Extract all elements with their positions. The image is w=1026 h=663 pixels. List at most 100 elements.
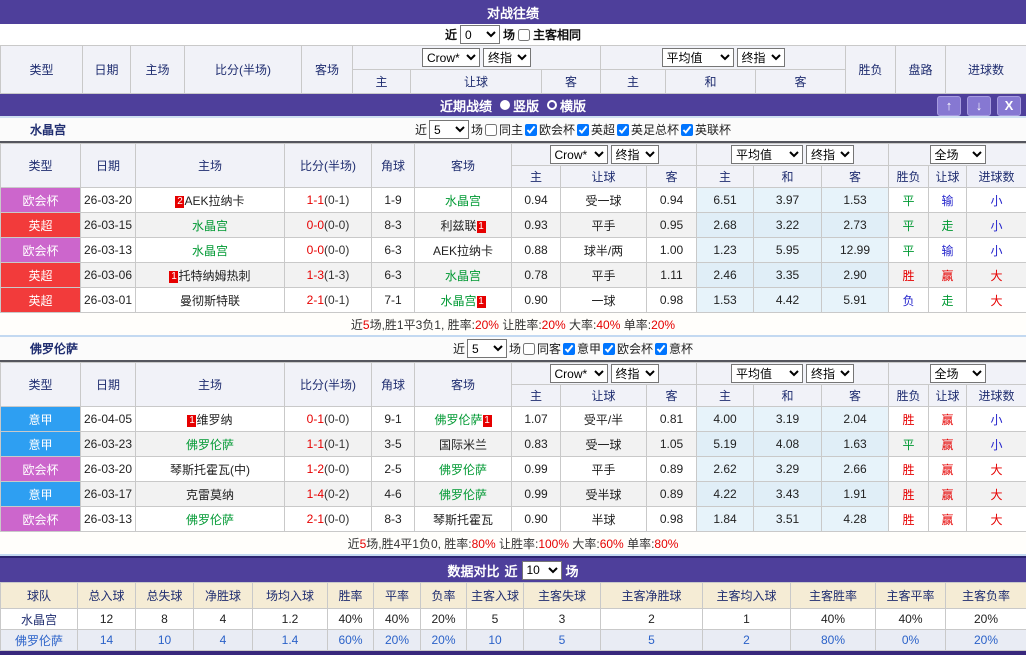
- team-controls: 近5场同主欧会杯英超英足总杯英联杯: [415, 120, 731, 139]
- team-sections: 水晶宫近5场同主欧会杯英超英足总杯英联杯类型日期主场比分(半场)角球客场Crow…: [0, 118, 1026, 556]
- odds-home-cell: 0.93: [512, 213, 561, 238]
- final-odds-select[interactable]: 终指: [611, 145, 659, 164]
- comparison-value-cell: 20%: [946, 609, 1026, 630]
- comparison-title-bar: 数据对比 近 10 场: [0, 556, 1026, 582]
- comparison-value-cell: 12: [78, 609, 136, 630]
- col-type: 类型: [1, 363, 81, 407]
- full-match-select[interactable]: 全场: [930, 145, 986, 164]
- date-cell: 26-03-15: [81, 213, 136, 238]
- halftime-score: (0-1): [324, 293, 349, 307]
- average-select[interactable]: 平均值: [731, 364, 803, 383]
- comparison-col-header: 主客胜率: [791, 583, 876, 609]
- summary-segment: 让胜率:: [496, 537, 539, 551]
- team-recent-count-select[interactable]: 5: [429, 120, 469, 139]
- horizontal-radio[interactable]: [547, 100, 557, 110]
- comparison-value-cell: 80%: [791, 630, 876, 651]
- away-team-cell: 国际米兰: [415, 432, 512, 457]
- team-name: 佛罗伦萨: [30, 340, 78, 357]
- handicap-result-cell: 赢: [929, 432, 967, 457]
- comparison-row: 水晶宫12841.240%40%20%532140%40%20%: [1, 609, 1026, 630]
- handicap-result-cell: 输: [929, 238, 967, 263]
- col-odds-home: 主: [353, 70, 411, 94]
- home-team-name: AEK拉纳卡: [184, 194, 244, 208]
- competition-filter-checkbox[interactable]: [525, 124, 537, 136]
- home-team-name: 水晶宫: [192, 219, 228, 233]
- page-bottom-border: [0, 651, 1026, 655]
- h2h-recent-count-select[interactable]: 0: [460, 25, 500, 44]
- odds-home-cell: 0.90: [512, 288, 561, 313]
- competition-filter-label: 英超: [591, 121, 615, 138]
- avg-final-select[interactable]: 终指: [806, 145, 854, 164]
- full-match-select[interactable]: 全场: [930, 364, 986, 383]
- goals-result-cell: 小: [967, 407, 1026, 432]
- header-row-1: 类型日期主场比分(半场)角球客场Crow*终指平均值终指全场: [1, 144, 1026, 166]
- team-name: 水晶宫: [30, 121, 66, 138]
- same-venue-checkbox[interactable]: [485, 124, 497, 136]
- away-team-cell: 佛罗伦萨1: [415, 407, 512, 432]
- corner-cell: 7-1: [372, 288, 415, 313]
- close-button[interactable]: X: [997, 96, 1021, 116]
- comparison-value-cell: 40%: [374, 609, 421, 630]
- date-cell: 26-03-23: [81, 432, 136, 457]
- same-home-away-checkbox[interactable]: [518, 29, 530, 41]
- score-cell: 1-4(0-2): [285, 482, 372, 507]
- match-row: 欧会杯26-03-13水晶宫0-0(0-0)6-3AEK拉纳卡0.88球半/两1…: [1, 238, 1026, 263]
- goals-result-cell: 小: [967, 188, 1026, 213]
- final-odds-select[interactable]: 终指: [483, 48, 531, 67]
- competition-filter-checkbox[interactable]: [563, 343, 575, 355]
- avg-away-cell: 2.66: [822, 457, 889, 482]
- avg-final-select[interactable]: 终指: [806, 364, 854, 383]
- bookmaker-select[interactable]: Crow*: [422, 48, 480, 67]
- comparison-value-cell: 10: [467, 630, 524, 651]
- handicap-cell: 半球: [561, 507, 647, 532]
- competition-filter-checkbox[interactable]: [681, 124, 693, 136]
- odds-home-cell: 0.83: [512, 432, 561, 457]
- col-away: 客场: [415, 363, 512, 407]
- bookmaker-select[interactable]: Crow*: [550, 145, 608, 164]
- summary-segment: 5: [363, 318, 370, 332]
- competition-filter-checkbox[interactable]: [617, 124, 629, 136]
- final-odds-select[interactable]: 终指: [611, 364, 659, 383]
- odds-away-cell: 0.81: [647, 407, 697, 432]
- team-summary: 近5场,胜1平3负1, 胜率:20% 让胜率:20% 大率:40% 单率:20%: [0, 313, 1026, 337]
- competition-filter-checkbox[interactable]: [577, 124, 589, 136]
- odds-home-cell: 1.07: [512, 407, 561, 432]
- comparison-value-cell: 20%: [421, 609, 467, 630]
- date-cell: 26-03-13: [81, 507, 136, 532]
- red-card-badge: 1: [477, 221, 486, 233]
- bookmaker-select[interactable]: Crow*: [550, 364, 608, 383]
- move-up-button[interactable]: ↑: [937, 96, 961, 116]
- avg-final-select[interactable]: 终指: [737, 48, 785, 67]
- comparison-matches-label: 场: [566, 561, 579, 580]
- away-team-cell: 水晶宫1: [415, 288, 512, 313]
- avg-home-cell: 1.84: [697, 507, 754, 532]
- fulltime-score: 0-0: [307, 218, 324, 232]
- comparison-value-cell: 2: [601, 609, 703, 630]
- comparison-recent-count-select[interactable]: 10: [522, 561, 562, 580]
- away-team-cell: AEK拉纳卡: [415, 238, 512, 263]
- average-select[interactable]: 平均值: [731, 145, 803, 164]
- corner-cell: 3-5: [372, 432, 415, 457]
- avg-away-cell: 2.04: [822, 407, 889, 432]
- summary-segment: 近: [351, 318, 363, 332]
- away-team-name: 利兹联: [440, 219, 476, 233]
- handicap-result-cell: 赢: [929, 482, 967, 507]
- odds-home-cell: 0.78: [512, 263, 561, 288]
- vertical-radio[interactable]: [500, 100, 510, 110]
- competition-filter-checkbox[interactable]: [655, 343, 667, 355]
- comparison-value-cell: 1: [703, 609, 791, 630]
- competition-filter-checkbox[interactable]: [603, 343, 615, 355]
- away-team-name: 佛罗伦萨: [439, 463, 487, 477]
- move-down-button[interactable]: ↓: [967, 96, 991, 116]
- col-home: 主场: [136, 363, 285, 407]
- corner-cell: 1-9: [372, 188, 415, 213]
- average-select[interactable]: 平均值: [662, 48, 734, 67]
- col-avg-home: 主: [601, 70, 666, 94]
- avg-away-cell: 5.91: [822, 288, 889, 313]
- competition-cell: 欧会杯: [1, 188, 81, 213]
- same-venue-checkbox[interactable]: [523, 343, 535, 355]
- date-cell: 26-03-06: [81, 263, 136, 288]
- team-recent-count-select[interactable]: 5: [467, 339, 507, 358]
- comparison-value-cell: 40%: [876, 609, 946, 630]
- corner-cell: 8-3: [372, 507, 415, 532]
